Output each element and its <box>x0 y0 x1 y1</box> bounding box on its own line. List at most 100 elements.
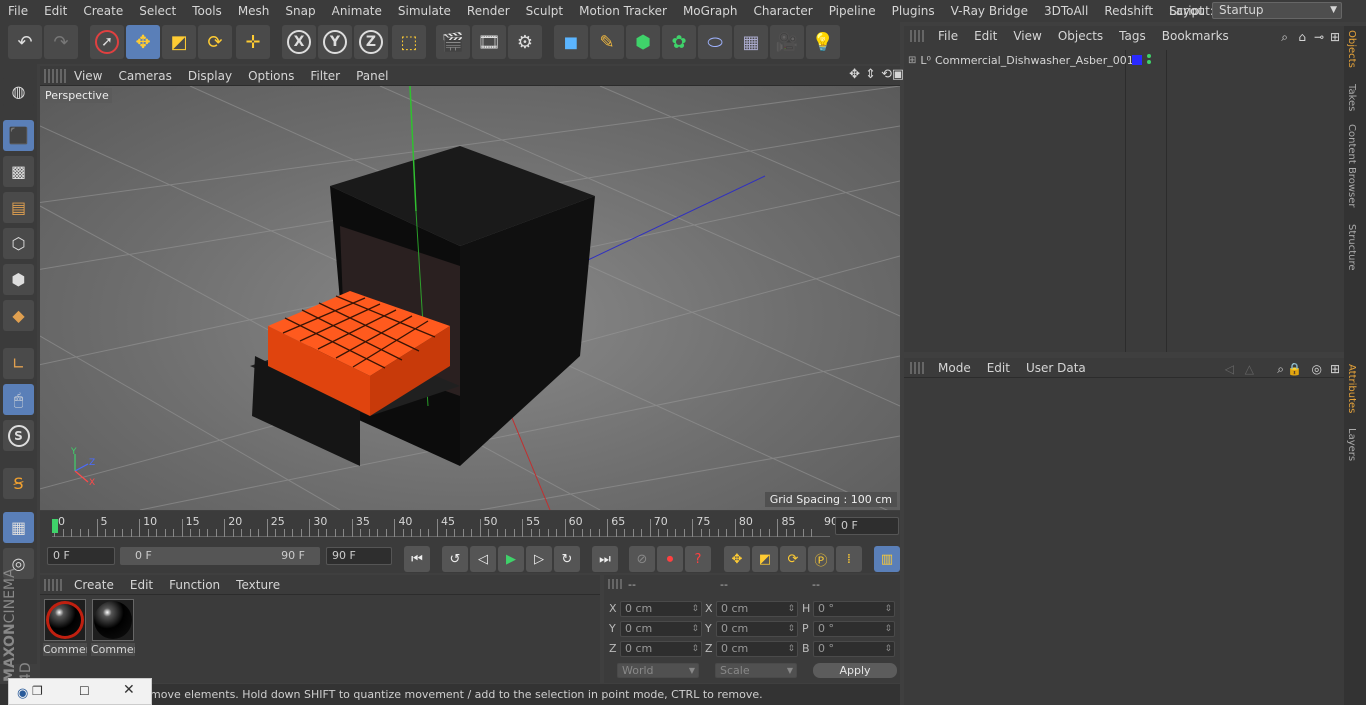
undo-button[interactable]: ↶ <box>8 25 42 59</box>
render-view-button[interactable]: 🎬 <box>436 25 470 59</box>
menu-item-mesh[interactable]: Mesh <box>230 0 278 22</box>
key-pla-button[interactable]: ⁞ <box>836 546 862 572</box>
object-menu-item-file[interactable]: File <box>930 26 966 46</box>
render-picture-viewer-button[interactable]: 🎞 <box>472 25 506 59</box>
editor-visibility-dot[interactable] <box>1147 54 1151 58</box>
layer-color-swatch[interactable] <box>1132 55 1142 65</box>
next-key-button[interactable]: ↻ <box>554 546 580 572</box>
mograph-cloner-button[interactable]: ✿ <box>662 25 696 59</box>
layout-dropdown[interactable]: Startup ▼ <box>1212 2 1342 19</box>
object-menu-item-tags[interactable]: Tags <box>1111 26 1154 46</box>
key-parameter-button[interactable]: Ⓟ <box>808 546 834 572</box>
frame-range-slider[interactable]: 0 F 90 F <box>120 547 320 565</box>
tab-takes[interactable]: Takes <box>1346 84 1357 111</box>
next-frame-button[interactable]: ▷ <box>526 546 552 572</box>
attribute-menu-item-user-data[interactable]: User Data <box>1018 358 1094 378</box>
new-panel-icon[interactable]: ⊞ <box>1330 27 1340 47</box>
object-row[interactable]: ⊞ L⁰ Commercial_Dishwasher_Asber_001 <box>904 50 1134 70</box>
target-icon[interactable]: ◎ <box>1312 359 1322 379</box>
z-axis-button[interactable]: Z <box>354 25 388 59</box>
move-tool-button[interactable]: ✥ <box>126 25 160 59</box>
edges-mode-button[interactable]: ⬢ <box>3 264 34 295</box>
play-button[interactable]: ▶ <box>498 546 524 572</box>
start-frame-field[interactable]: 0 F <box>47 547 115 565</box>
tab-objects[interactable]: Objects <box>1346 30 1357 68</box>
key-rotation-button[interactable]: ⟳ <box>780 546 806 572</box>
previous-frame-button[interactable]: ◁ <box>470 546 496 572</box>
timeline-ruler[interactable]: 0 5 10 15 20 25 30 35 40 45 50 55 60 65 70 75 80 85 90 0 F <box>40 511 900 541</box>
up-arrow-icon[interactable]: △ <box>1245 359 1254 379</box>
object-menu-item-view[interactable]: View <box>1005 26 1049 46</box>
light-object-button[interactable]: 💡 <box>806 25 840 59</box>
material-swatch[interactable] <box>44 599 86 641</box>
menu-item-plugins[interactable]: Plugins <box>884 0 943 22</box>
live-selection-button[interactable]: ➚ <box>90 25 124 59</box>
viewport-menu-item-options[interactable]: Options <box>240 69 302 83</box>
workplane-lock-button[interactable]: ▦ <box>3 512 34 543</box>
position-field[interactable]: 0 cm ⇕ <box>620 641 702 657</box>
timeline-window-button[interactable]: ▥ <box>874 546 900 572</box>
texture-mode-button[interactable]: ▩ <box>3 156 34 187</box>
apply-button[interactable]: Apply <box>813 663 897 678</box>
search-icon[interactable]: ⌕ <box>1277 359 1284 379</box>
y-axis-button[interactable]: Y <box>318 25 352 59</box>
camera-object-button[interactable]: 🎥 <box>770 25 804 59</box>
floor-object-button[interactable]: ▦ <box>734 25 768 59</box>
viewport-menu-item-filter[interactable]: Filter <box>302 69 348 83</box>
menu-item-select[interactable]: Select <box>131 0 184 22</box>
menu-item-edit[interactable]: Edit <box>36 0 75 22</box>
attribute-menu-item-edit[interactable]: Edit <box>979 358 1018 378</box>
menu-item-animate[interactable]: Animate <box>324 0 390 22</box>
object-name[interactable]: Commercial_Dishwasher_Asber_001 <box>935 54 1134 67</box>
snap-button[interactable]: S <box>3 420 34 451</box>
viewport-zoom-icon[interactable]: ⇕ <box>865 67 876 82</box>
material-menu-item-edit[interactable]: Edit <box>122 575 161 595</box>
position-field[interactable]: 0 cm ⇕ <box>620 601 702 617</box>
viewport-menu-item-display[interactable]: Display <box>180 69 240 83</box>
close-icon[interactable]: ✕ <box>123 680 135 701</box>
3d-viewport[interactable]: Perspective Y Z X Grid Spacing : 100 cm <box>40 86 900 510</box>
menu-item-3dtoall[interactable]: 3DToAll <box>1036 0 1096 22</box>
menu-item-snap[interactable]: Snap <box>277 0 323 22</box>
taskbar-window-thumbnail[interactable]: ◉ ❐ ☐ ✕ <box>8 678 152 705</box>
cube-primitive-button[interactable]: ◼ <box>554 25 588 59</box>
autokey-button[interactable]: ? <box>685 546 711 572</box>
material-menu-item-create[interactable]: Create <box>66 575 122 595</box>
menu-item-redshift[interactable]: Redshift <box>1096 0 1161 22</box>
key-position-button[interactable]: ✥ <box>724 546 750 572</box>
previous-key-button[interactable]: ↺ <box>442 546 468 572</box>
make-editable-button[interactable]: ◍ <box>3 76 34 107</box>
maximize-icon[interactable]: ☐ <box>79 681 90 702</box>
menu-item-file[interactable]: File <box>0 0 36 22</box>
viewport-menu-item-panel[interactable]: Panel <box>348 69 396 83</box>
polygons-mode-button[interactable]: ◆ <box>3 300 34 331</box>
menu-item-sculpt[interactable]: Sculpt <box>518 0 571 22</box>
search-icon[interactable]: ⌕ <box>1281 27 1288 47</box>
object-menu-item-edit[interactable]: Edit <box>966 26 1005 46</box>
size-field[interactable]: 0 cm ⇕ <box>716 641 798 657</box>
viewport-menu-item-cameras[interactable]: Cameras <box>110 69 179 83</box>
material-menu-item-function[interactable]: Function <box>161 575 228 595</box>
position-field[interactable]: 0 cm ⇕ <box>620 621 702 637</box>
tab-structure[interactable]: Structure <box>1346 224 1357 271</box>
end-frame-field[interactable]: 90 F <box>326 547 392 565</box>
size-field[interactable]: 0 cm ⇕ <box>716 621 798 637</box>
menu-item-create[interactable]: Create <box>75 0 131 22</box>
material-menu-item-texture[interactable]: Texture <box>228 575 288 595</box>
pen-spline-button[interactable]: ✎ <box>590 25 624 59</box>
workplane-mode-button[interactable]: ▤ <box>3 192 34 223</box>
x-axis-button[interactable]: X <box>282 25 316 59</box>
material-item[interactable]: Commer <box>91 599 135 656</box>
transform-tool-button[interactable]: ✛ <box>236 25 270 59</box>
coordinate-system-button[interactable]: ⬚ <box>392 25 426 59</box>
new-panel-icon[interactable]: ⊞ <box>1330 359 1340 379</box>
tweak-mode-button[interactable]: 🖱 <box>3 384 34 415</box>
material-item[interactable]: Commer <box>43 599 87 656</box>
object-menu-item-objects[interactable]: Objects <box>1050 26 1111 46</box>
record-button[interactable]: ⏺ <box>657 546 683 572</box>
world-dropdown[interactable]: World ▼ <box>617 663 699 678</box>
go-to-start-button[interactable]: ⏮ <box>404 546 430 572</box>
current-frame-field[interactable]: 0 F <box>835 517 899 535</box>
render-visibility-dot[interactable] <box>1147 60 1151 64</box>
lock-icon[interactable]: 🔒 <box>1287 359 1302 379</box>
